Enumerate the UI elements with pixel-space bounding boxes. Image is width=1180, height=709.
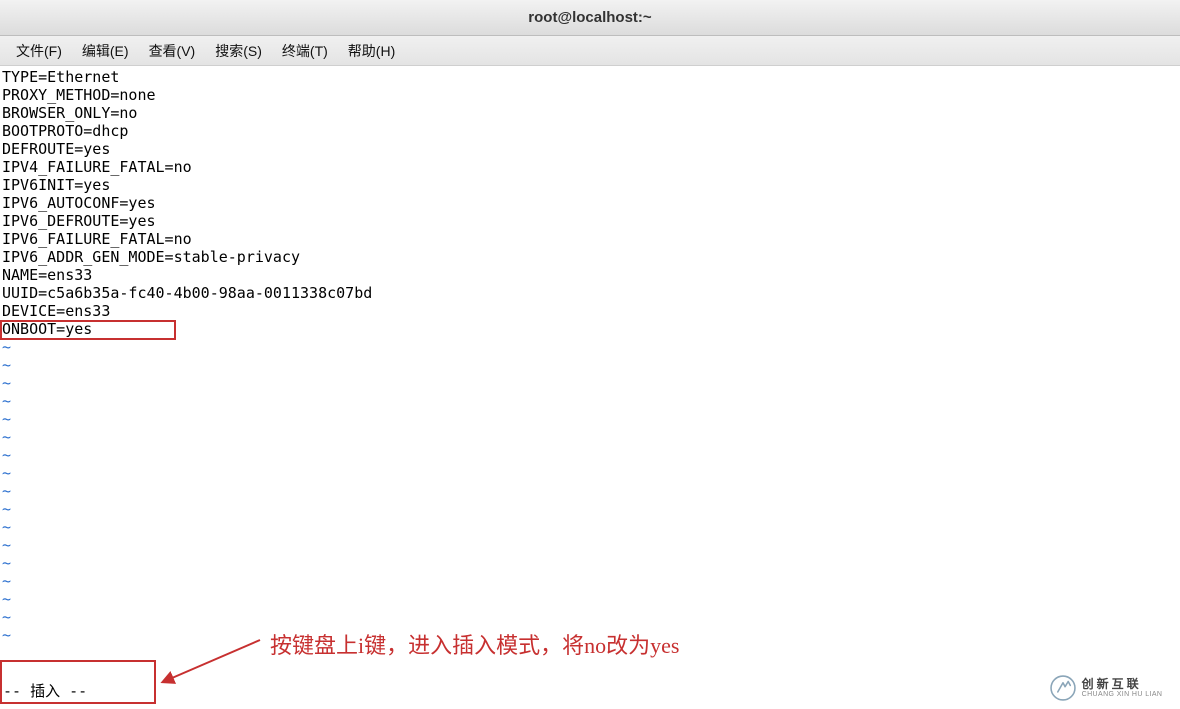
config-line: TYPE=Ethernet — [2, 68, 1178, 86]
empty-line-tilde: ~ — [2, 572, 1178, 590]
menu-search[interactable]: 搜索(S) — [205, 37, 272, 65]
empty-line-tilde: ~ — [2, 446, 1178, 464]
window-title: root@localhost:~ — [528, 9, 651, 26]
empty-line-tilde: ~ — [2, 374, 1178, 392]
empty-line-tilde: ~ — [2, 590, 1178, 608]
menu-view[interactable]: 查看(V) — [139, 37, 206, 65]
config-line: IPV6_FAILURE_FATAL=no — [2, 230, 1178, 248]
config-line: IPV6_AUTOCONF=yes — [2, 194, 1178, 212]
empty-line-tilde: ~ — [2, 392, 1178, 410]
config-line: IPV6INIT=yes — [2, 176, 1178, 194]
menu-term[interactable]: 终端(T) — [272, 37, 338, 65]
config-line: NAME=ens33 — [2, 266, 1178, 284]
config-line: IPV6_DEFROUTE=yes — [2, 212, 1178, 230]
config-line: BOOTPROTO=dhcp — [2, 122, 1178, 140]
empty-line-tilde: ~ — [2, 608, 1178, 626]
vim-mode-text: -- 插入 -- — [3, 680, 87, 701]
config-line: IPV4_FAILURE_FATAL=no — [2, 158, 1178, 176]
empty-line-tilde: ~ — [2, 518, 1178, 536]
config-line: DEVICE=ens33 — [2, 302, 1178, 320]
config-line: ONBOOT=yes — [2, 320, 1178, 338]
empty-line-tilde: ~ — [2, 410, 1178, 428]
menu-help[interactable]: 帮助(H) — [338, 37, 405, 65]
empty-line-tilde: ~ — [2, 482, 1178, 500]
watermark-text-cn: 创新互联 — [1082, 678, 1163, 691]
menu-bar: 文件(F) 编辑(E) 查看(V) 搜索(S) 终端(T) 帮助(H) — [0, 36, 1180, 66]
empty-line-tilde: ~ — [2, 338, 1178, 356]
highlight-box-onboot — [0, 320, 176, 340]
empty-line-tilde: ~ — [2, 356, 1178, 374]
config-line: DEFROUTE=yes — [2, 140, 1178, 158]
terminal-area[interactable]: TYPE=EthernetPROXY_METHOD=noneBROWSER_ON… — [0, 66, 1180, 644]
config-line: IPV6_ADDR_GEN_MODE=stable-privacy — [2, 248, 1178, 266]
config-line: UUID=c5a6b35a-fc40-4b00-98aa-0011338c07b… — [2, 284, 1178, 302]
watermark-text-en: CHUANG XIN HU LIAN — [1082, 691, 1163, 699]
empty-line-tilde: ~ — [2, 554, 1178, 572]
empty-line-tilde: ~ — [2, 464, 1178, 482]
config-line: PROXY_METHOD=none — [2, 86, 1178, 104]
empty-line-tilde: ~ — [2, 428, 1178, 446]
watermark-icon — [1050, 675, 1076, 701]
menu-file[interactable]: 文件(F) — [6, 37, 72, 65]
watermark-logo: 创新互联 CHUANG XIN HU LIAN — [1032, 667, 1180, 709]
config-line: BROWSER_ONLY=no — [2, 104, 1178, 122]
annotation-text: 按键盘上i键，进入插入模式，将no改为yes — [270, 628, 679, 660]
window-titlebar: root@localhost:~ — [0, 0, 1180, 36]
menu-edit[interactable]: 编辑(E) — [72, 37, 139, 65]
empty-line-tilde: ~ — [2, 536, 1178, 554]
empty-line-tilde: ~ — [2, 500, 1178, 518]
